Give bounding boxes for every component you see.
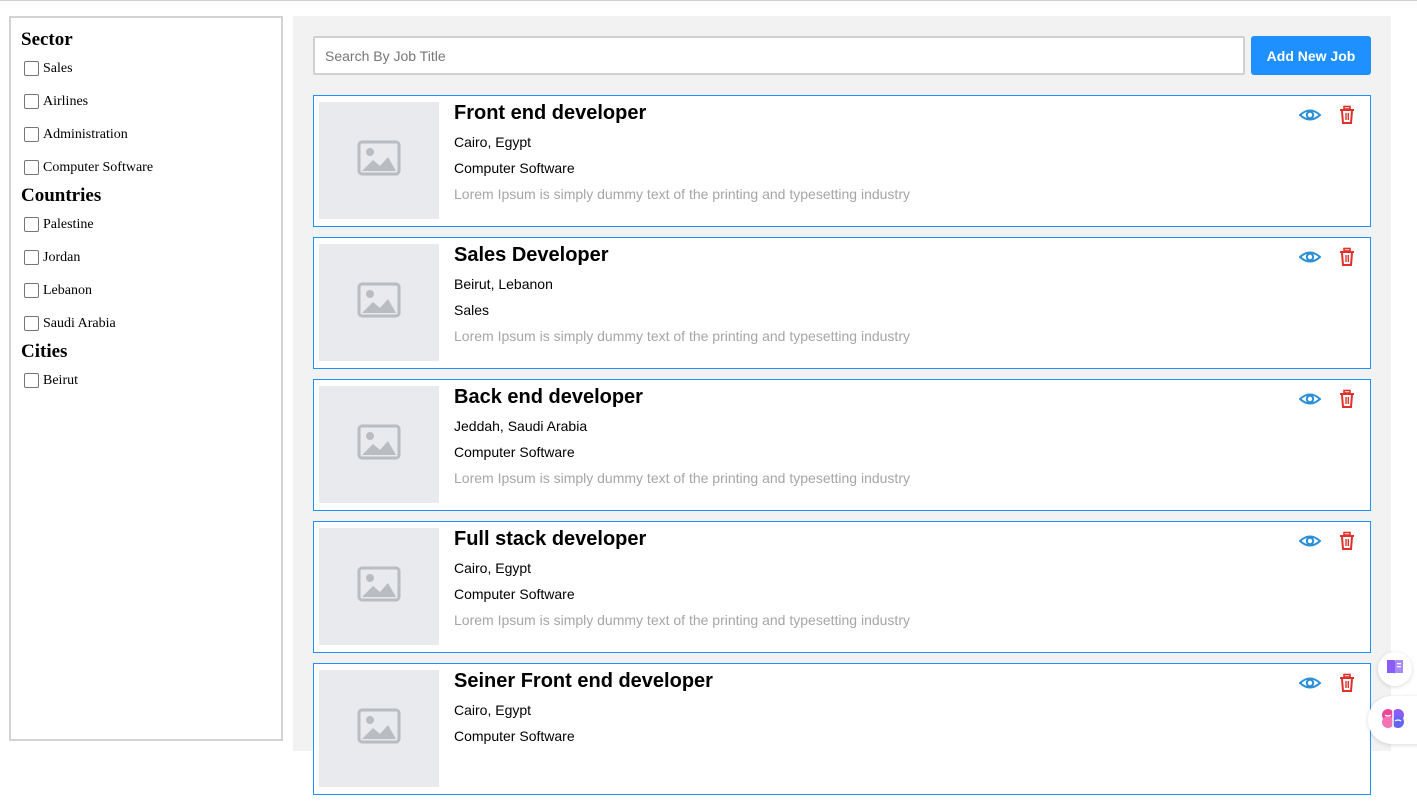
eye-icon[interactable]: [1298, 389, 1322, 409]
job-list: Front end developer Cairo, Egypt Computer …: [313, 95, 1371, 805]
image-placeholder-icon: [357, 424, 401, 465]
eye-icon[interactable]: [1298, 673, 1322, 693]
job-thumbnail: [319, 386, 439, 503]
job-thumbnail: [319, 528, 439, 645]
job-sector: Computer Software: [454, 444, 575, 460]
job-location: Cairo, Egypt: [454, 134, 532, 150]
job-description: Lorem Ipsum is simply dummy text of the …: [454, 328, 910, 344]
trash-icon[interactable]: [1339, 105, 1355, 125]
job-card[interactable]: Seiner Front end developer Cairo, Egypt Co…: [313, 663, 1371, 795]
filter-group-sector: Sector Sales Airlines Administration Compute…: [11, 18, 281, 184]
filter-option-jordan[interactable]: Jordan: [21, 241, 281, 274]
trash-icon[interactable]: [1339, 673, 1355, 693]
image-placeholder-icon: [357, 282, 401, 323]
filter-option-label: Administration: [43, 126, 128, 142]
job-title: Back end developer: [454, 386, 643, 408]
filter-option-beirut[interactable]: Beirut: [21, 364, 281, 397]
job-description: Lorem Ipsum is simply dummy text of the …: [454, 186, 910, 202]
filter-checkbox[interactable]: [24, 127, 39, 142]
filter-group-countries: Countries Palestine Jordan Lebanon Saudi Ara…: [11, 184, 281, 340]
top-divider: [0, 0, 1417, 1]
job-sector: Computer Software: [454, 160, 575, 176]
filter-option-airlines[interactable]: Airlines: [21, 85, 281, 118]
filter-option-sales[interactable]: Sales: [21, 52, 281, 85]
filter-option-palestine[interactable]: Palestine: [21, 208, 281, 241]
filter-option-saudi-arabia[interactable]: Saudi Arabia: [21, 307, 281, 340]
filter-checkbox[interactable]: [24, 94, 39, 109]
job-card[interactable]: Front end developer Cairo, Egypt Computer …: [313, 95, 1371, 227]
filter-group-cities: Cities Beirut: [11, 340, 281, 397]
job-thumbnail: [319, 102, 439, 219]
job-description: Lorem Ipsum is simply dummy text of the …: [454, 612, 910, 628]
eye-icon[interactable]: [1298, 105, 1322, 125]
job-title: Full stack developer: [454, 528, 647, 550]
job-location: Jeddah, Saudi Arabia: [454, 418, 588, 434]
trash-icon[interactable]: [1339, 531, 1355, 551]
eye-icon[interactable]: [1298, 247, 1322, 267]
filter-option-label: Beirut: [43, 372, 78, 388]
filter-option-label: Lebanon: [43, 282, 92, 298]
filter-option-label: Airlines: [43, 93, 89, 109]
job-card[interactable]: Back end developer Jeddah, Saudi Arabia Co…: [313, 379, 1371, 511]
trash-icon[interactable]: [1339, 389, 1355, 409]
job-sector: Computer Software: [454, 728, 575, 744]
filter-title: Cities: [21, 341, 68, 362]
filter-option-label: Jordan: [43, 249, 81, 265]
job-thumbnail: [319, 244, 439, 361]
job-title: Front end developer: [454, 102, 647, 124]
job-location: Beirut, Lebanon: [454, 276, 553, 292]
job-location: Cairo, Egypt: [454, 560, 532, 576]
filter-title: Countries: [21, 185, 102, 206]
job-card[interactable]: Full stack developer Cairo, Egypt Computer…: [313, 521, 1371, 653]
job-sector: Sales: [454, 302, 490, 318]
filter-checkbox[interactable]: [24, 283, 39, 298]
job-card[interactable]: Sales Developer Beirut, Lebanon Sales Lorem…: [313, 237, 1371, 369]
book-icon: [1385, 658, 1405, 681]
filters-container: Sector Sales Airlines Administration Compute…: [11, 18, 281, 397]
brain-icon: [1380, 706, 1406, 735]
filter-checkbox[interactable]: [24, 250, 39, 265]
trash-icon[interactable]: [1339, 247, 1355, 267]
filter-sidebar: Sector Sales Airlines Administration Compute…: [9, 16, 283, 741]
filter-checkbox[interactable]: [24, 316, 39, 331]
filter-option-label: Saudi Arabia: [43, 315, 116, 331]
job-sector: Computer Software: [454, 586, 575, 602]
job-title: Sales Developer: [454, 244, 609, 266]
filter-checkbox[interactable]: [24, 217, 39, 232]
filter-title: Sector: [21, 29, 73, 50]
filter-option-label: Palestine: [43, 216, 94, 232]
filter-option-administration[interactable]: Administration: [21, 118, 281, 151]
image-placeholder-icon: [357, 708, 401, 749]
add-new-job-button[interactable]: Add New Job: [1251, 36, 1371, 75]
main-content: Add New Job Front end developer Cairo, Eg…: [293, 16, 1391, 795]
filter-option-label: Computer Software: [43, 159, 154, 175]
image-placeholder-icon: [357, 140, 401, 181]
filter-checkbox[interactable]: [24, 160, 39, 175]
filter-option-computer-software[interactable]: Computer Software: [21, 151, 281, 184]
job-description: Lorem Ipsum is simply dummy text of the …: [454, 470, 910, 486]
filter-option-label: Sales: [43, 60, 73, 76]
job-title: Seiner Front end developer: [454, 670, 713, 692]
filter-checkbox[interactable]: [24, 373, 39, 388]
floating-book-button[interactable]: [1378, 652, 1412, 686]
search-input[interactable]: [313, 36, 1245, 75]
job-thumbnail: [319, 670, 439, 787]
floating-brain-button[interactable]: [1368, 696, 1417, 744]
job-location: Cairo, Egypt: [454, 702, 532, 718]
image-placeholder-icon: [357, 566, 401, 607]
filter-option-lebanon[interactable]: Lebanon: [21, 274, 281, 307]
filter-checkbox[interactable]: [24, 61, 39, 76]
eye-icon[interactable]: [1298, 531, 1322, 551]
